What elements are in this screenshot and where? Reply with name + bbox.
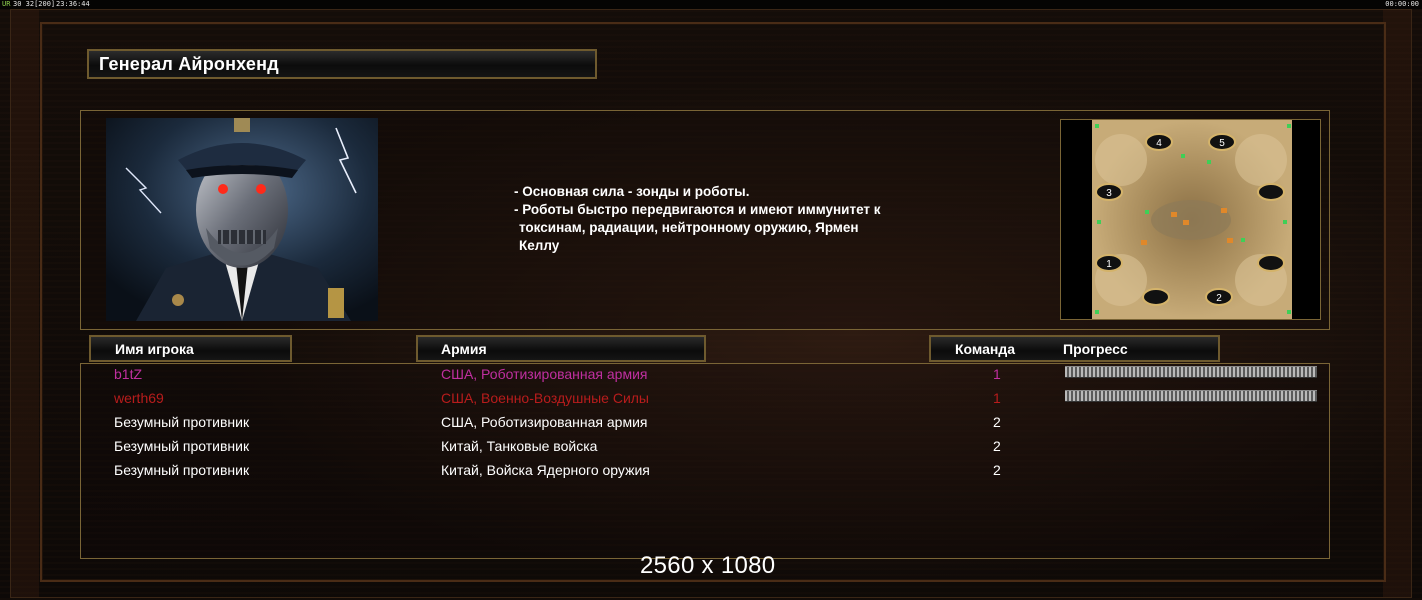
column-header-team-label: Команда <box>955 341 1015 357</box>
general-portrait <box>106 118 378 321</box>
player-army: США, Роботизированная армия <box>441 366 648 382</box>
player-team: 2 <box>993 438 1001 454</box>
player-row: werth69 США, Военно-Воздушные Силы 1 <box>0 387 1422 409</box>
player-army: США, Военно-Воздушные Силы <box>441 390 649 406</box>
column-header-army-label: Армия <box>441 341 487 357</box>
minimap[interactable]: 4 5 3 1 2 <box>1060 119 1321 320</box>
player-army: США, Роботизированная армия <box>441 414 648 430</box>
player-row: Безумный противник Китай, Войска Ядерног… <box>0 459 1422 481</box>
start-position-marker: 2 <box>1205 288 1233 306</box>
general-title-box: Генерал Айронхенд <box>87 49 597 79</box>
player-team: 2 <box>993 462 1001 478</box>
player-army: Китай, Танковые войска <box>441 438 598 454</box>
column-header-name: Имя игрока <box>89 335 292 362</box>
loading-progress-bar <box>1065 390 1317 402</box>
progress-fill <box>1065 391 1317 401</box>
player-name: Безумный противник <box>114 438 250 454</box>
empty-start-position <box>1142 288 1170 306</box>
start-position-marker: 4 <box>1145 133 1173 151</box>
player-row: Безумный противник Китай, Танковые войск… <box>0 435 1422 457</box>
loading-progress-bar <box>1065 366 1317 378</box>
svg-text:2: 2 <box>1216 293 1222 304</box>
empty-start-position <box>1257 183 1285 201</box>
player-row: Безумный противник США, Роботизированная… <box>0 411 1422 433</box>
column-header-team-progress: Команда Прогресс <box>929 335 1220 362</box>
svg-text:1: 1 <box>1106 259 1112 270</box>
description-line: - Роботы быстро передвигаются и имеют им… <box>514 202 881 217</box>
timer: 00:00:00 <box>1385 0 1419 8</box>
fps-counter: 30 32[200] <box>13 0 56 8</box>
player-team: 1 <box>993 366 1001 382</box>
general-description: - Основная сила - зонды и роботы. - Робо… <box>514 183 934 255</box>
progress-fill <box>1065 367 1317 377</box>
player-name: werth69 <box>114 390 164 406</box>
clock: 23:36:44 <box>56 0 90 8</box>
description-line: - Основная сила - зонды и роботы. <box>514 184 750 199</box>
player-name: Безумный противник <box>114 462 250 478</box>
svg-text:3: 3 <box>1106 188 1112 199</box>
start-position-marker: 5 <box>1208 133 1236 151</box>
player-army: Китай, Войска Ядерного оружия <box>441 462 650 478</box>
status-bar: UR 30 32[200] 23:36:44 00:00:00 <box>0 0 1422 9</box>
player-name: b1tZ <box>114 366 143 382</box>
player-name: Безумный противник <box>114 414 250 430</box>
description-line: токсинам, радиации, нейтронному оружию, … <box>519 220 859 235</box>
svg-text:4: 4 <box>1156 138 1162 149</box>
player-team: 2 <box>993 414 1001 430</box>
column-header-name-label: Имя игрока <box>115 341 194 357</box>
start-position-marker: 1 <box>1095 254 1123 272</box>
column-header-progress-label: Прогресс <box>1063 341 1128 357</box>
start-position-marker: 3 <box>1095 183 1123 201</box>
ur-label: UR <box>2 0 11 8</box>
player-row: b1tZ США, Роботизированная армия 1 <box>0 363 1422 385</box>
empty-start-position <box>1257 254 1285 272</box>
column-header-army: Армия <box>416 335 706 362</box>
portrait-image <box>106 118 378 321</box>
description-line: Келлу <box>519 238 560 253</box>
general-title: Генерал Айронхенд <box>99 54 279 74</box>
map-overlay: 4 5 3 1 2 <box>1095 124 1291 314</box>
player-team: 1 <box>993 390 1001 406</box>
svg-text:5: 5 <box>1219 138 1225 149</box>
resolution-label: 2560 x 1080 <box>640 552 776 579</box>
